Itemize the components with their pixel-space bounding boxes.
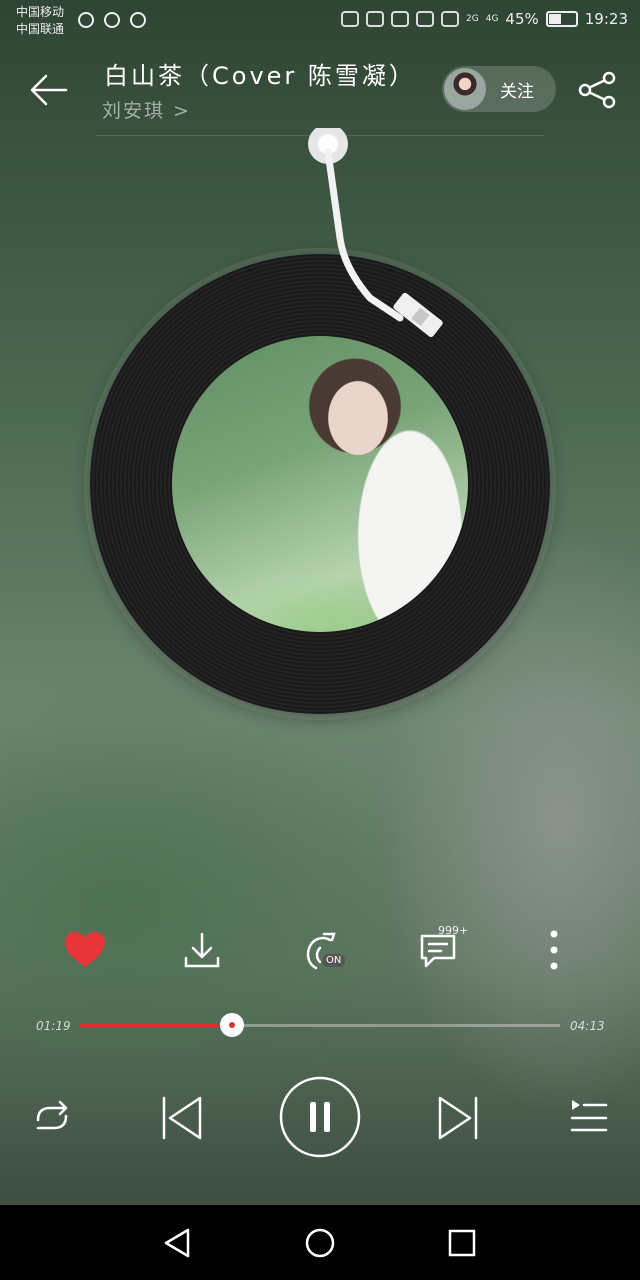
avatar — [444, 68, 486, 110]
system-nav-bar — [0, 1205, 640, 1280]
playlist-button[interactable] — [566, 1096, 610, 1140]
share-button[interactable] — [576, 70, 620, 110]
back-button[interactable] — [26, 68, 74, 112]
download-icon — [184, 932, 220, 968]
heart-icon — [65, 932, 105, 967]
headphone-icon — [341, 11, 360, 27]
system-status: 2G 4G 45% 19:23 — [341, 10, 628, 28]
artist-link[interactable]: 刘安琪 > — [102, 96, 191, 123]
more-vertical-icon — [550, 930, 558, 970]
app-notify-icon — [130, 12, 146, 28]
netease-icon — [78, 12, 94, 28]
playback-progress: 01:19 04:13 — [0, 1008, 640, 1044]
bluetooth-icon — [366, 11, 385, 27]
comment-button[interactable]: 999+ — [410, 922, 469, 978]
progress-thumb[interactable] — [219, 1013, 244, 1037]
battery-icon — [545, 11, 578, 27]
total-time: 04:13 — [570, 1019, 605, 1033]
player-header: 白山茶（Cover 陈雪凝） 刘安琪 > 关注 — [0, 52, 640, 134]
clock: 19:23 — [584, 10, 628, 28]
network-2-label: 4G — [485, 14, 499, 24]
like-button[interactable] — [57, 922, 113, 978]
carrier-2: 中国联通 — [16, 22, 65, 36]
more-button[interactable] — [526, 922, 582, 978]
follow-button[interactable]: 关注 — [442, 66, 556, 112]
download-button[interactable] — [174, 922, 230, 978]
triangle-back-icon — [164, 1228, 190, 1258]
status-bar: 中国移动 中国联通 2G 4G 45% 19:23 — [0, 0, 640, 44]
comment-count: 999+ — [438, 924, 469, 937]
arrow-left-icon — [30, 74, 68, 106]
repeat-button[interactable] — [30, 1098, 74, 1142]
tiktok-icon — [104, 12, 120, 28]
mute-icon — [391, 11, 410, 27]
album-cover — [172, 336, 468, 632]
pause-button[interactable] — [279, 1076, 361, 1162]
network-1-label: 2G — [466, 14, 479, 24]
playback-controls — [0, 1076, 640, 1160]
action-bar: ON 999+ — [0, 922, 640, 978]
carrier-1: 中国移动 — [16, 5, 65, 19]
battery-percent: 45% — [505, 10, 539, 28]
nav-back-button[interactable] — [162, 1227, 194, 1263]
skip-next-icon — [438, 1096, 478, 1140]
sound-effect-button[interactable]: ON — [296, 922, 352, 978]
circle-home-icon — [305, 1228, 335, 1258]
pause-icon — [279, 1076, 361, 1158]
playlist-icon — [570, 1100, 608, 1132]
square-recents-icon — [448, 1229, 476, 1257]
progress-track[interactable] — [80, 1013, 560, 1037]
progress-played — [80, 1024, 232, 1027]
share-icon — [578, 71, 616, 109]
skip-previous-icon — [162, 1096, 202, 1140]
song-title: 白山茶（Cover 陈雪凝） — [104, 62, 416, 90]
alarm-icon — [416, 11, 435, 27]
tonearm — [308, 128, 443, 337]
nav-recents-button[interactable] — [446, 1227, 478, 1263]
elapsed-time: 01:19 — [36, 1019, 71, 1033]
nav-home-button[interactable] — [304, 1227, 336, 1263]
previous-button[interactable] — [158, 1094, 206, 1146]
next-button[interactable] — [434, 1094, 482, 1146]
carrier-info: 中国移动 中国联通 — [16, 4, 64, 38]
wifi-icon — [441, 11, 460, 27]
follow-label: 关注 — [500, 81, 534, 102]
sound-effect-badge: ON — [322, 954, 346, 967]
repeat-icon — [36, 1100, 68, 1130]
notification-icons — [78, 12, 146, 28]
